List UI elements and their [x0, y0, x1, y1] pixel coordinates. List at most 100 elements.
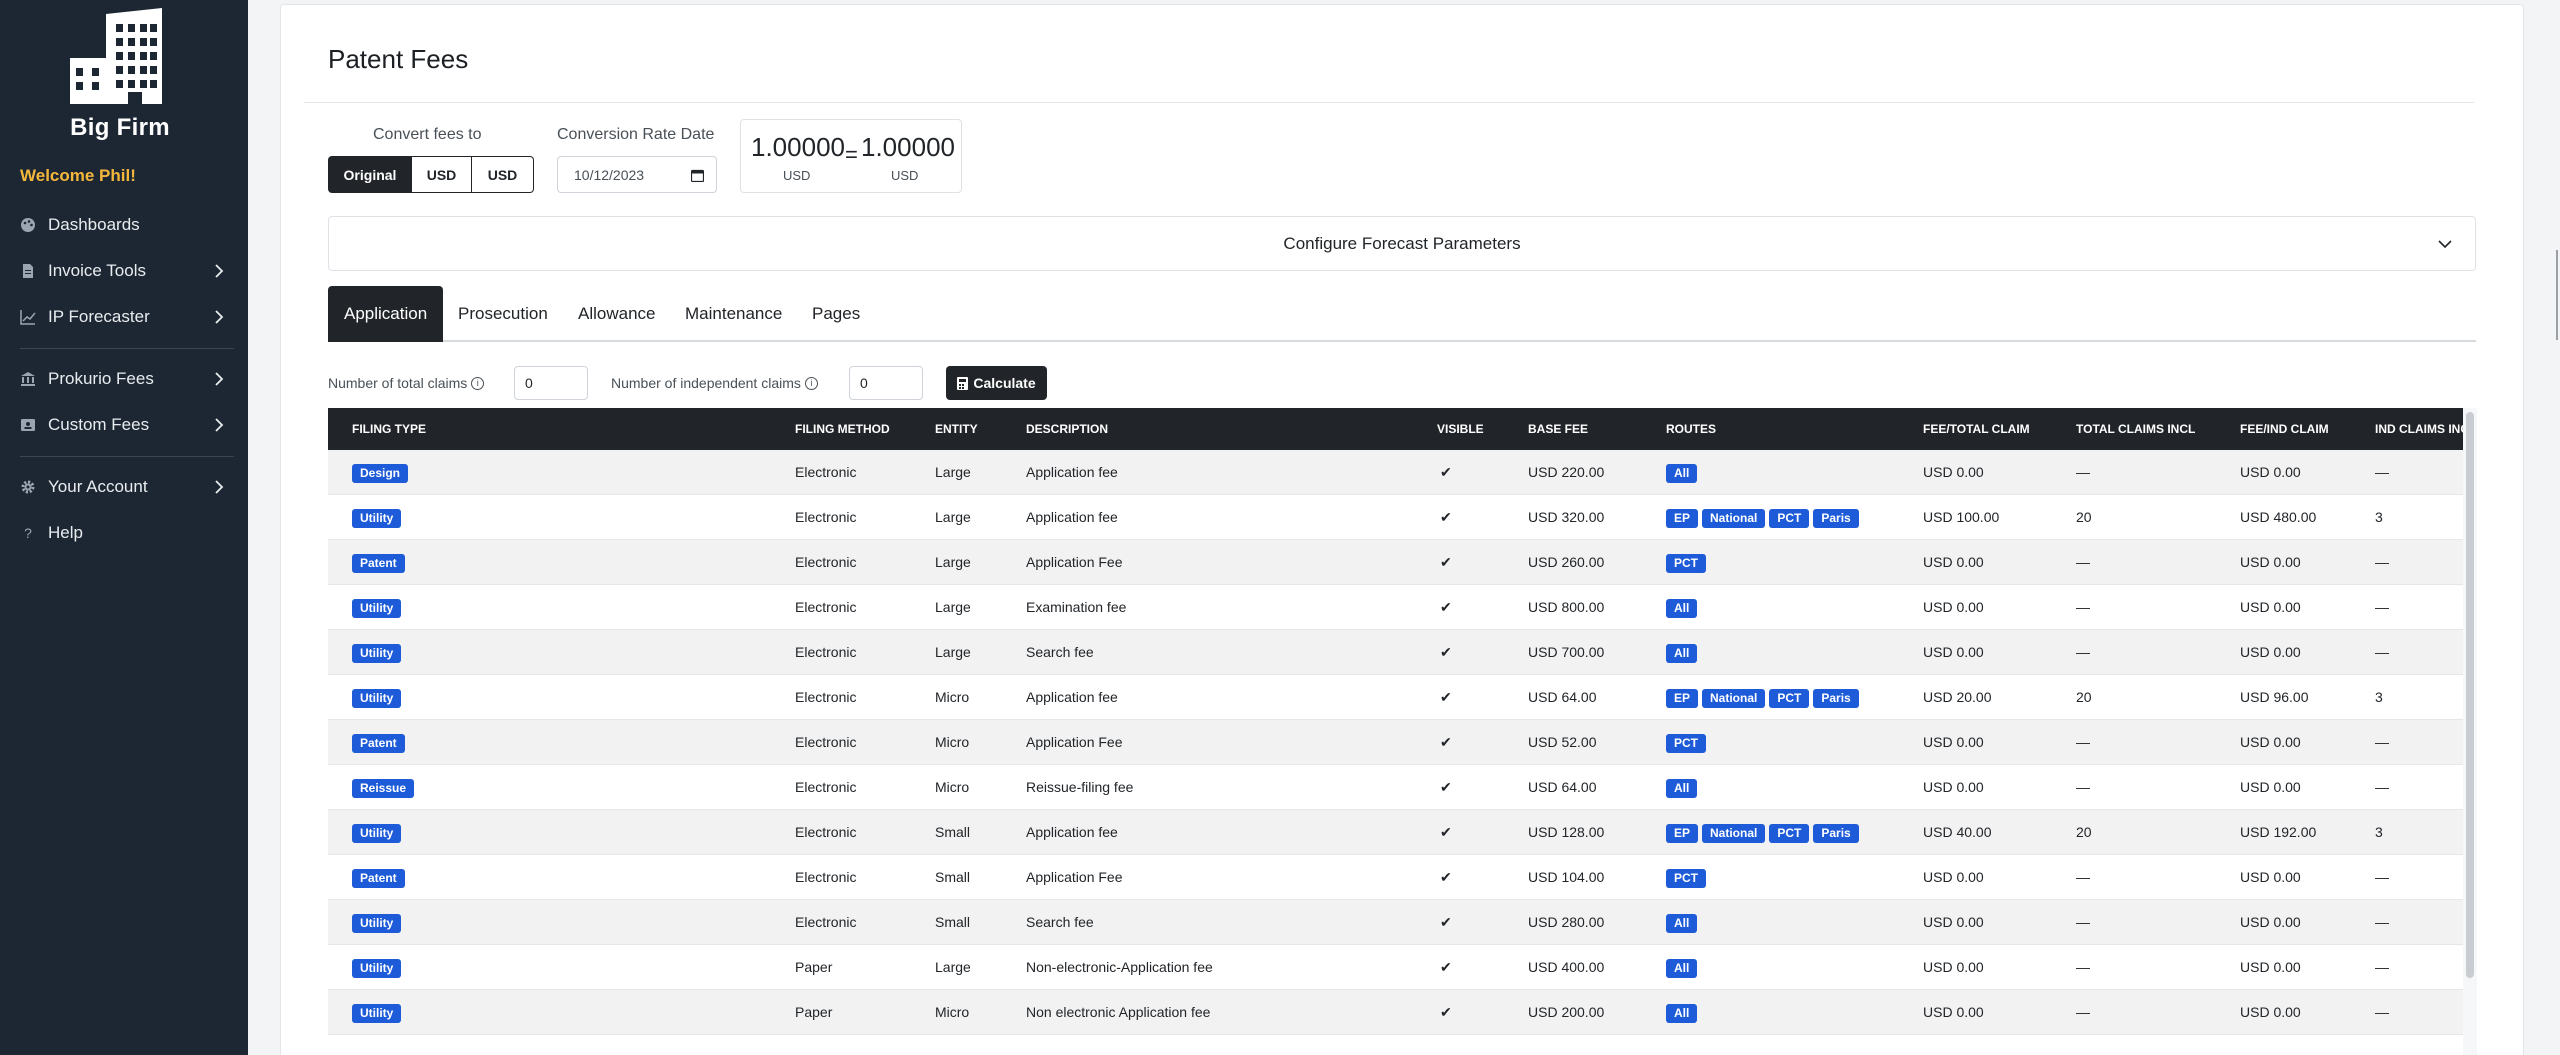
cell-entity: Micro	[935, 779, 970, 795]
cell-fee-total: USD 0.00	[1923, 914, 1984, 930]
sidebar-item-label: Dashboards	[48, 215, 140, 234]
info-icon[interactable]: i	[804, 376, 818, 390]
cell-desc: Search fee	[1026, 644, 1094, 660]
cell-desc: Non electronic Application fee	[1026, 1004, 1211, 1020]
total-claims-input[interactable]: 0	[514, 366, 588, 400]
cell-total-incl: 20	[2076, 824, 2092, 840]
route-badge: All	[1666, 598, 1698, 618]
route-badge: PCT	[1666, 733, 1706, 753]
conversion-date-input[interactable]: 10/12/2023	[557, 156, 717, 193]
filing-type-badge: Utility	[352, 508, 402, 528]
table-row[interactable]: Utility Paper Large Non-electronic-Applicat…	[328, 945, 2463, 990]
table-row[interactable]: Utility Electronic Large Search fee ✔ USD 700…	[328, 630, 2463, 675]
table-row[interactable]: Patent Electronic Small Application Fee ✔ USD…	[328, 855, 2463, 900]
cell-desc: Application fee	[1026, 509, 1118, 525]
tab-maintenance[interactable]: Maintenance	[685, 286, 782, 342]
info-icon[interactable]: i	[471, 376, 485, 390]
page-scrollbar[interactable]	[2556, 250, 2558, 340]
cell-total-incl: —	[2076, 959, 2090, 975]
tab-prosecution[interactable]: Prosecution	[458, 286, 548, 342]
independent-claims-input[interactable]: 0	[849, 366, 923, 400]
cell-ind-incl: 3	[2375, 689, 2383, 705]
filing-type-badge: Patent	[352, 553, 405, 573]
col-fee-ind-claim[interactable]: FEE/IND CLAIM	[2240, 408, 2360, 450]
sidebar-item-prokurio-fees[interactable]: Prokurio Fees	[20, 364, 228, 394]
cell-ind-incl: —	[2375, 914, 2389, 930]
forecast-parameters-accordion[interactable]: Configure Forecast Parameters	[328, 216, 2476, 271]
tab-application[interactable]: Application	[328, 286, 444, 342]
sidebar-item-invoice-tools[interactable]: Invoice Tools	[20, 256, 228, 286]
sidebar-item-your-account[interactable]: Your Account	[20, 472, 228, 502]
cell-fee-total: USD 0.00	[1923, 779, 1984, 795]
table-row[interactable]: Design Electronic Large Application fee ✔ USD…	[328, 450, 2463, 495]
cell-desc: Non-electronic-Application fee	[1026, 959, 1213, 975]
cell-fee-ind: USD 0.00	[2240, 734, 2301, 750]
convert-label: Convert fees to	[373, 126, 482, 143]
cell-total-incl: 20	[2076, 689, 2092, 705]
col-ind-claims-incl[interactable]: IND CLAIMS INCL	[2375, 408, 2463, 450]
route-badge: National	[1702, 508, 1766, 528]
calculate-button[interactable]: Calculate	[946, 366, 1047, 400]
cell-entity: Small	[935, 914, 971, 930]
sidebar-item-help[interactable]: ? Help	[20, 518, 228, 548]
table-row[interactable]: Utility Electronic Small Application fee ✔ US…	[328, 810, 2463, 855]
cell-fee-ind: USD 0.00	[2240, 464, 2301, 480]
cell-desc: Application Fee	[1026, 734, 1123, 750]
col-routes[interactable]: ROUTES	[1666, 408, 1906, 450]
col-entity[interactable]: ENTITY	[935, 408, 1015, 450]
cell-base: USD 800.00	[1528, 599, 1605, 615]
route-badge: All	[1666, 913, 1698, 933]
route-badge: Paris	[1813, 508, 1859, 528]
total-claims-label-wrap: Number of total claims i	[328, 366, 485, 400]
cell-filing-type: Utility	[352, 495, 405, 540]
table-row[interactable]: Utility Electronic Large Application fee ✔ US…	[328, 495, 2463, 540]
cell-base: USD 52.00	[1528, 734, 1597, 750]
convert-original-button[interactable]: Original	[328, 156, 412, 193]
col-filing-method[interactable]: FILING METHOD	[795, 408, 925, 450]
table-row[interactable]: Patent Electronic Micro Application Fee ✔ USD…	[328, 720, 2463, 765]
sidebar-divider	[20, 348, 234, 349]
col-description[interactable]: DESCRIPTION	[1026, 408, 1416, 450]
table-row[interactable]: Reissue Electronic Micro Reissue-filing fee…	[328, 765, 2463, 810]
cell-fee-ind: USD 0.00	[2240, 869, 2301, 885]
table-row[interactable]: Utility Electronic Large Examination fee ✔ US…	[328, 585, 2463, 630]
convert-usd-button-2[interactable]: USD	[472, 156, 534, 193]
sidebar-item-dashboards[interactable]: Dashboards	[20, 210, 228, 240]
chevron-right-icon	[215, 480, 224, 494]
cell-visible: ✔	[1440, 599, 1452, 615]
cell-method: Electronic	[795, 599, 857, 615]
cell-filing-type: Utility	[352, 630, 405, 675]
gear-icon	[21, 480, 35, 494]
col-filing-type[interactable]: FILING TYPE	[352, 408, 772, 450]
col-base-fee[interactable]: BASE FEE	[1528, 408, 1658, 450]
calendar-icon[interactable]	[691, 169, 704, 182]
sidebar-item-custom-fees[interactable]: Custom Fees	[20, 410, 228, 440]
chevron-down-icon	[2438, 240, 2452, 249]
filing-type-badge: Patent	[352, 868, 405, 888]
question-icon: ?	[24, 525, 32, 541]
col-total-claims-incl[interactable]: TOTAL CLAIMS INCL	[2076, 408, 2226, 450]
cell-method: Paper	[795, 959, 833, 975]
cell-routes: All	[1666, 990, 1701, 1035]
table-scrollbar-thumb[interactable]	[2466, 412, 2474, 978]
route-badge: National	[1702, 688, 1766, 708]
table-row[interactable]: Patent Electronic Large Application Fee ✔ USD…	[328, 540, 2463, 585]
cell-total-incl: —	[2076, 464, 2090, 480]
cell-visible: ✔	[1440, 1004, 1452, 1020]
table-row[interactable]: Utility Paper Micro Non electronic Applicat…	[328, 990, 2463, 1035]
cell-routes: EP National PCT Paris	[1666, 495, 1863, 540]
sidebar-item-ip-forecaster[interactable]: IP Forecaster	[20, 302, 228, 332]
col-fee-total-claim[interactable]: FEE/TOTAL CLAIM	[1923, 408, 2063, 450]
table-row[interactable]: Utility Electronic Micro Application fee ✔ US…	[328, 675, 2463, 720]
tab-pages[interactable]: Pages	[812, 286, 860, 342]
tab-allowance[interactable]: Allowance	[578, 286, 656, 342]
conversion-date-value: 10/12/2023	[574, 166, 645, 183]
cell-method: Electronic	[795, 914, 857, 930]
convert-usd-button[interactable]: USD	[412, 156, 472, 193]
col-visible[interactable]: VISIBLE	[1437, 408, 1517, 450]
cell-method: Electronic	[795, 689, 857, 705]
filing-type-badge: Utility	[352, 1003, 402, 1023]
cell-fee-total: USD 0.00	[1923, 959, 1984, 975]
filing-type-badge: Reissue	[352, 778, 415, 798]
table-row[interactable]: Utility Electronic Small Search fee ✔ USD 280…	[328, 900, 2463, 945]
